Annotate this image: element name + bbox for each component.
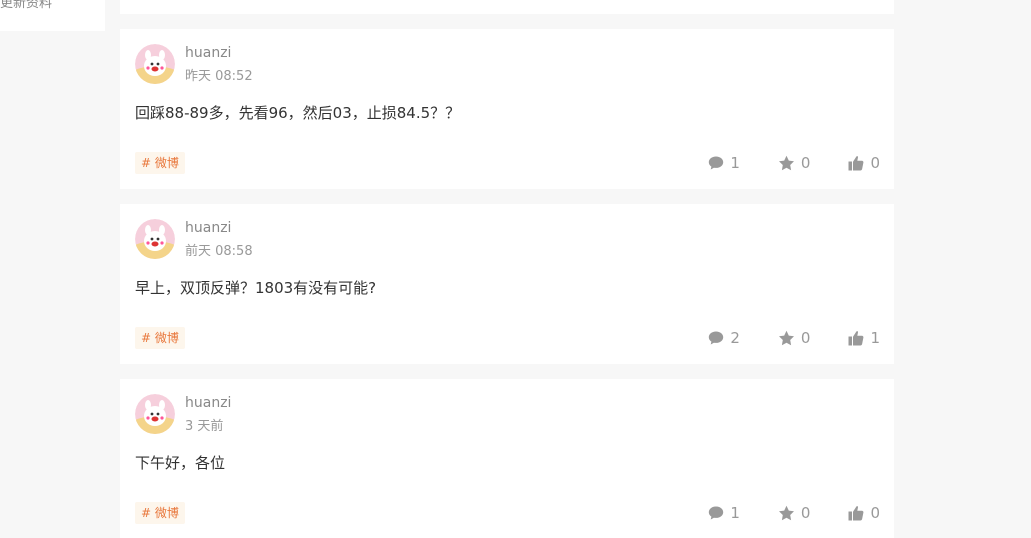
avatar-image xyxy=(135,394,175,434)
post-content[interactable]: 下午好，各位 xyxy=(135,452,225,474)
favorite-button[interactable]: 0 xyxy=(778,327,811,349)
avatar[interactable] xyxy=(135,219,175,259)
post-card: huanzi 前天 08:58 早上，双顶反弹？1803有没有可能? # 微博 … xyxy=(120,204,894,364)
like-button[interactable]: 0 xyxy=(848,502,880,524)
thumbs-up-icon xyxy=(848,156,864,171)
favorite-button[interactable]: 0 xyxy=(778,152,811,174)
post-author[interactable]: huanzi xyxy=(185,219,231,237)
comment-button[interactable]: 1 xyxy=(708,502,740,524)
comment-icon xyxy=(709,506,724,520)
star-icon xyxy=(778,505,794,521)
comment-button[interactable]: 2 xyxy=(708,327,740,349)
like-button[interactable]: 0 xyxy=(848,152,880,174)
update-profile-link[interactable]: 更新资料 xyxy=(0,0,52,12)
post-author[interactable]: huanzi xyxy=(185,44,231,62)
post-actions: 2 0 1 xyxy=(708,327,880,349)
avatar-image xyxy=(135,44,175,84)
post-actions: 1 0 0 xyxy=(708,152,880,174)
star-icon xyxy=(778,330,794,346)
avatar[interactable] xyxy=(135,394,175,434)
post-actions: 1 0 0 xyxy=(708,502,880,524)
comment-icon xyxy=(709,156,724,170)
favorite-count: 0 xyxy=(800,154,811,172)
post-tag[interactable]: # 微博 xyxy=(135,327,185,349)
sidebar-panel: 更新资料 xyxy=(0,0,105,31)
comment-button[interactable]: 1 xyxy=(708,152,740,174)
comment-count: 2 xyxy=(730,329,740,347)
post-time: 3 天前 xyxy=(185,419,224,434)
post-content[interactable]: 回踩88-89多，先看96，然后03，止损84.5？？ xyxy=(135,102,460,124)
post-author[interactable]: huanzi xyxy=(185,394,231,412)
comment-count: 1 xyxy=(730,504,740,522)
post-content[interactable]: 早上，双顶反弹？1803有没有可能? xyxy=(135,277,376,299)
post-tag[interactable]: # 微博 xyxy=(135,502,185,524)
post-time: 昨天 08:52 xyxy=(185,69,253,84)
comment-count: 1 xyxy=(730,154,740,172)
post-tag[interactable]: # 微博 xyxy=(135,152,185,174)
favorite-count: 0 xyxy=(800,329,811,347)
comment-icon xyxy=(709,331,724,345)
avatar-image xyxy=(135,219,175,259)
thumbs-up-icon xyxy=(848,506,864,521)
post-time: 前天 08:58 xyxy=(185,244,253,259)
favorite-button[interactable]: 0 xyxy=(778,502,811,524)
post-card: huanzi 3 天前 下午好，各位 # 微博 1 0 0 xyxy=(120,379,894,538)
thumbs-up-icon xyxy=(848,331,864,346)
like-button[interactable]: 1 xyxy=(848,327,880,349)
like-count: 1 xyxy=(870,329,880,347)
like-count: 0 xyxy=(870,154,880,172)
like-count: 0 xyxy=(870,504,880,522)
previous-post-card xyxy=(120,0,894,14)
avatar[interactable] xyxy=(135,44,175,84)
post-card: huanzi 昨天 08:52 回踩88-89多，先看96，然后03，止损84.… xyxy=(120,29,894,189)
star-icon xyxy=(778,155,794,171)
favorite-count: 0 xyxy=(800,504,811,522)
